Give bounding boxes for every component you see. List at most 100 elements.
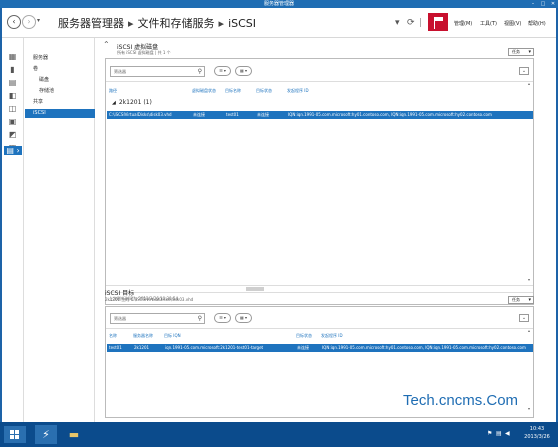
notification-flag-icon[interactable] bbox=[428, 13, 448, 31]
column-header-target-iqn[interactable]: 目标 IQN bbox=[164, 333, 181, 339]
vdisk-hscroll[interactable] bbox=[106, 285, 533, 291]
iis-icon[interactable]: ◩ bbox=[7, 130, 18, 139]
tray-network-icon[interactable]: ▤ bbox=[496, 430, 502, 437]
dashboard-icon[interactable]: ▦ bbox=[7, 52, 18, 61]
scroll-down-icon[interactable]: ▾ bbox=[526, 406, 532, 411]
refresh-icon[interactable]: ⟳ bbox=[407, 18, 415, 28]
start-button[interactable] bbox=[4, 426, 26, 443]
expand-triangle-icon[interactable]: ◢ bbox=[112, 100, 116, 106]
explorer-taskbar-icon[interactable]: ▬ bbox=[63, 425, 85, 444]
target-vscroll[interactable]: ▴ ▾ bbox=[526, 328, 532, 413]
column-header-target-status[interactable]: 目标状态 bbox=[296, 333, 312, 339]
file-storage-icon[interactable]: ▤ › bbox=[4, 146, 22, 155]
column-header-server-name[interactable]: 服务器名称 bbox=[133, 333, 153, 339]
server-manager-window: ‹ › ▾ 服务器管理器 ▸ 文件和存储服务 ▸ iSCSI ▾ ⟳ | 管理(M) 工… bbox=[2, 8, 556, 422]
cell-server-name: 2k1201 bbox=[134, 345, 150, 350]
vdisk-vscroll[interactable]: ▴ ▾ bbox=[526, 81, 532, 285]
breadcrumb: 服务器管理器 ▸ 文件和存储服务 ▸ iSCSI bbox=[58, 15, 256, 31]
divider-icon: | bbox=[419, 18, 423, 28]
cell-vdisk-status: 未连接 bbox=[193, 112, 205, 117]
tray-volume-icon[interactable]: ◀ bbox=[505, 430, 510, 437]
cell-initiator-id: IQN:iqn.1991-05.com.microsoft:hy01.conto… bbox=[288, 112, 492, 117]
local-server-icon[interactable]: ▮ bbox=[7, 65, 18, 74]
column-header-initiator-id[interactable]: 发起程序 ID bbox=[287, 88, 309, 94]
nav-item-iscsi[interactable]: iSCSI bbox=[25, 109, 95, 118]
cell-target-status: 未连接 bbox=[297, 345, 309, 350]
close-button[interactable]: ✕ bbox=[548, 0, 558, 8]
target-filter-input[interactable]: 筛选器 ⚲ bbox=[110, 313, 205, 324]
column-header-name[interactable]: 名称 bbox=[109, 333, 117, 339]
nav-item-storage-pools[interactable]: 存储池 bbox=[25, 87, 95, 96]
cell-target-iqn: iqn.1991-05.com.microsoft:2k1201-test01-… bbox=[165, 345, 264, 350]
forward-button[interactable]: › bbox=[22, 15, 36, 29]
vdisk-expand-button[interactable]: ⌄ bbox=[519, 67, 529, 75]
column-header-path[interactable]: 路径 bbox=[109, 88, 117, 94]
vdisk-tasks-button[interactable]: 任务 bbox=[508, 48, 534, 56]
history-dropdown-icon[interactable]: ▾ bbox=[37, 17, 40, 24]
grid-icon: ▦ ▾ bbox=[239, 68, 248, 73]
table-row[interactable]: test01 2k1201 iqn.1991-05.com.microsoft:… bbox=[107, 344, 533, 352]
back-button[interactable]: ‹ bbox=[7, 15, 21, 29]
breadcrumb-iscsi: iSCSI bbox=[228, 17, 257, 30]
menu-tools[interactable]: 工具(T) bbox=[480, 20, 497, 27]
nav-item-shares[interactable]: 共享 bbox=[25, 98, 95, 107]
target-tasks-button[interactable]: 任务 bbox=[508, 296, 534, 304]
dns-icon[interactable]: ◫ bbox=[7, 104, 18, 113]
breadcrumb-server-manager[interactable]: 服务器管理器 bbox=[58, 17, 124, 30]
vdisk-options-button[interactable]: ☰ ▾ bbox=[214, 66, 231, 76]
tray-flag-icon[interactable]: ⚑ bbox=[487, 430, 492, 437]
search-icon[interactable]: ⚲ bbox=[198, 67, 202, 76]
nav-item-volumes[interactable]: 卷 bbox=[25, 65, 95, 74]
vdisk-panel: 筛选器 ⚲ ☰ ▾ ▦ ▾ ⌄ 路径 虚拟磁盘状态 目标名称 目标状态 发起程序… bbox=[105, 58, 534, 305]
breadcrumb-separator: ▸ bbox=[218, 17, 225, 30]
column-header-vdisk-status[interactable]: 虚拟磁盘状态 bbox=[192, 88, 216, 94]
divider bbox=[106, 292, 533, 293]
scroll-down-icon[interactable]: ▾ bbox=[526, 277, 532, 282]
clock-date: 2013/3/26 bbox=[524, 434, 550, 440]
cell-name: test01 bbox=[109, 345, 122, 350]
breadcrumb-file-storage[interactable]: 文件和存储服务 bbox=[138, 17, 215, 30]
column-header-target-status[interactable]: 目标状态 bbox=[256, 88, 272, 94]
target-expand-button[interactable]: ⌄ bbox=[519, 314, 529, 322]
collapse-icon[interactable]: ⌃ bbox=[103, 40, 110, 49]
server-manager-taskbar-icon[interactable]: ⚡ bbox=[35, 425, 57, 444]
divider bbox=[106, 81, 533, 82]
group-label: 2k1201 (1) bbox=[118, 99, 152, 106]
all-servers-icon[interactable]: ▤ bbox=[7, 78, 18, 87]
ad-icon[interactable]: ◧ bbox=[7, 91, 18, 100]
vdisk-filter-placeholder: 筛选器 bbox=[114, 69, 126, 74]
vdisk-group-button[interactable]: ▦ ▾ bbox=[235, 66, 252, 76]
cell-target-status: 未连接 bbox=[257, 112, 269, 117]
breadcrumb-separator: ▸ bbox=[128, 17, 134, 30]
nav-item-servers[interactable]: 服务器 bbox=[25, 54, 95, 63]
menu-manage[interactable]: 管理(M) bbox=[454, 20, 472, 27]
scroll-up-icon[interactable]: ▴ bbox=[526, 81, 532, 86]
cell-path: C:\iSCSIVirtualDisks\disk03.vhd bbox=[109, 112, 172, 117]
table-row[interactable]: C:\iSCSIVirtualDisks\disk03.vhd 未连接 test… bbox=[107, 111, 533, 119]
target-group-button[interactable]: ▦ ▾ bbox=[235, 313, 252, 323]
minimize-button[interactable]: – bbox=[528, 0, 538, 8]
menu-help[interactable]: 帮助(H) bbox=[528, 20, 546, 27]
target-section-subtitle: 2k1201 上的 C:\iSCSIVirtualDisks\disk03.vh… bbox=[105, 297, 194, 302]
column-header-initiator-id[interactable]: 发起程序 ID bbox=[321, 333, 343, 339]
nav-pane: 服务器 卷 磁盘 存储池 共享 iSCSI bbox=[25, 38, 95, 422]
menu-view[interactable]: 视图(V) bbox=[504, 20, 521, 27]
target-options-button[interactable]: ☰ ▾ bbox=[214, 313, 231, 323]
clock[interactable]: 10:43 2013/3/26 bbox=[517, 425, 557, 441]
window-title: 服务器管理器 bbox=[0, 0, 558, 8]
dropdown-icon[interactable]: ▾ bbox=[395, 18, 400, 28]
chevron-down-icon: ⌄ bbox=[521, 68, 527, 74]
content-area: iSCSI 虚拟磁盘 所有 iSCSI 虚拟磁盘 | 共 1 个 任务 ⌃ 筛选… bbox=[97, 38, 556, 422]
divider bbox=[106, 328, 533, 329]
search-icon[interactable]: ⚲ bbox=[198, 314, 202, 323]
icon-sidebar: ▦ ▮ ▤ ◧ ◫ ▣ ◩ ▥ ▤ › bbox=[2, 38, 24, 422]
vdisk-filter-input[interactable]: 筛选器 ⚲ bbox=[110, 66, 205, 77]
scroll-up-icon[interactable]: ▴ bbox=[526, 328, 532, 333]
column-header-target-name[interactable]: 目标名称 bbox=[225, 88, 241, 94]
maximize-button[interactable]: □ bbox=[538, 0, 548, 8]
hscroll-thumb[interactable] bbox=[246, 287, 264, 291]
hyperv-icon[interactable]: ▣ bbox=[7, 117, 18, 126]
group-row[interactable]: ◢ 2k1201 (1) bbox=[112, 99, 152, 106]
target-filter-placeholder: 筛选器 bbox=[114, 316, 126, 321]
nav-item-disks[interactable]: 磁盘 bbox=[25, 76, 95, 85]
